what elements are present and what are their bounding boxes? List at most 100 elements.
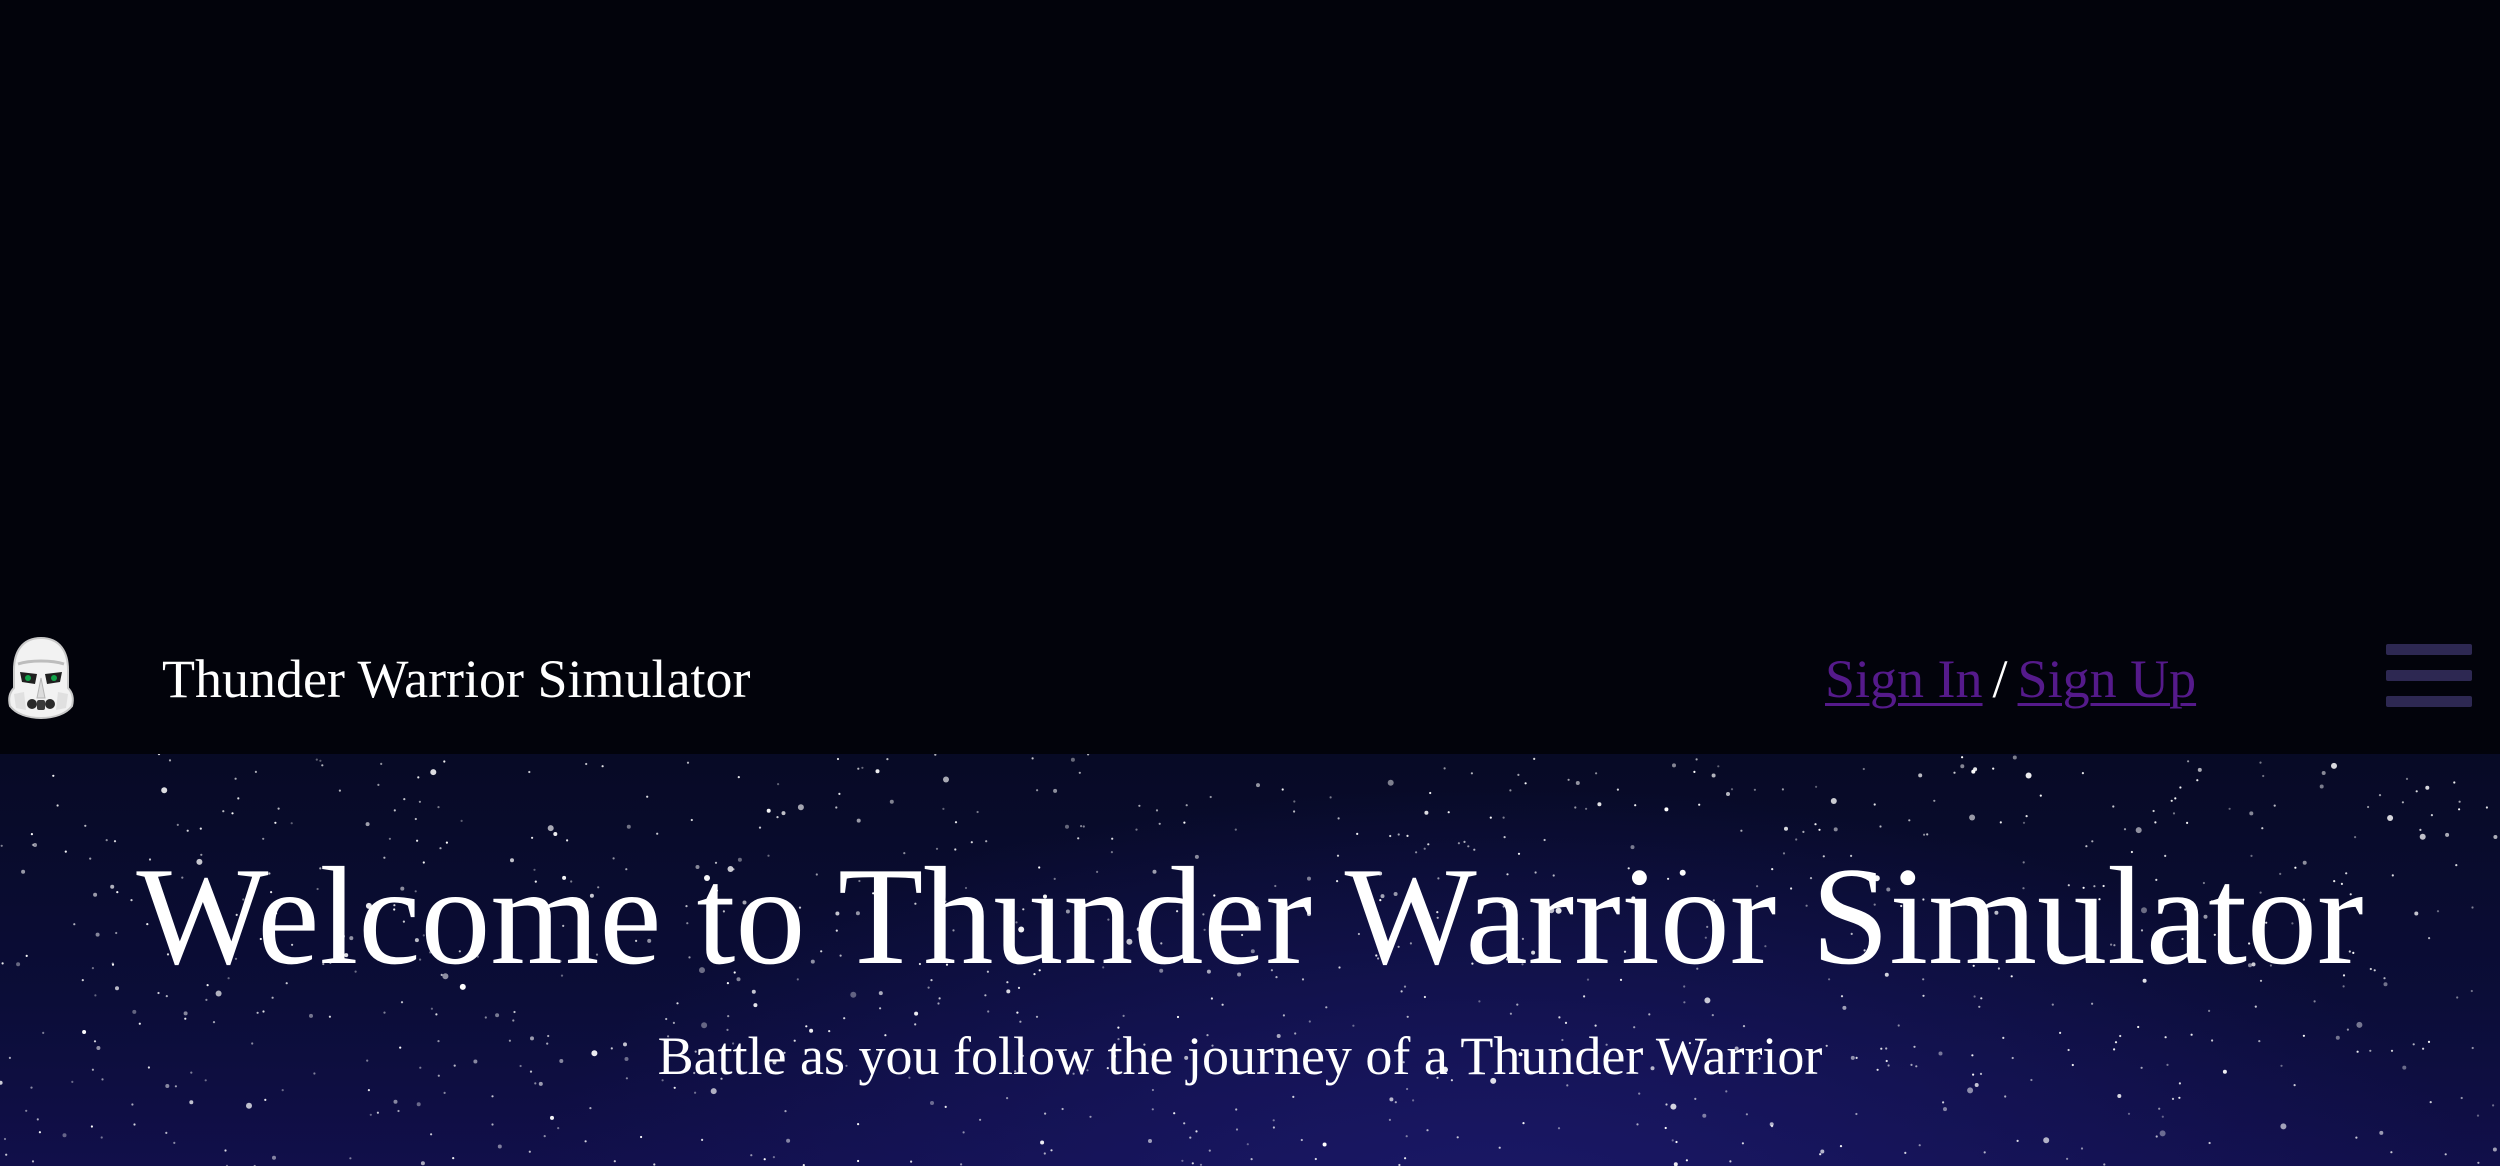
star [2178,1096,2181,1099]
star [836,757,840,761]
star [1595,772,1598,775]
star [1424,810,1429,815]
star [1337,817,1340,820]
star [1702,1113,1707,1118]
star [1873,803,1876,806]
star [1356,832,1359,835]
star [2319,784,2324,789]
star [889,799,894,804]
star [1191,1162,1194,1165]
star [62,1133,67,1138]
hamburger-menu-icon[interactable] [2386,644,2472,708]
star [161,787,168,794]
star [1960,764,1965,769]
star [2228,807,2231,810]
star [640,1135,643,1139]
star [2117,1094,2122,1098]
star [1135,828,1138,831]
star [38,1131,42,1134]
star [1717,765,1720,768]
stormtrooper-helmet-icon[interactable] [4,634,78,720]
star [1862,767,1865,771]
star [416,1102,421,1107]
star [452,1157,455,1160]
star [2187,760,2190,763]
star [1272,1126,1275,1129]
star [1044,1112,1047,1115]
star [2313,1000,2316,1003]
star [274,821,277,824]
star [601,765,604,768]
star [1282,1014,1285,1017]
star [1478,1000,1481,1003]
star [157,754,161,756]
star [1820,1149,1825,1154]
star [694,1091,697,1094]
star [962,1131,965,1134]
star [1300,1138,1303,1142]
star [31,1160,35,1163]
star [1050,1149,1053,1152]
star [589,1107,592,1110]
star [2043,1137,2050,1144]
star [1819,1153,1822,1156]
star [2170,799,2173,802]
star [400,1001,404,1004]
star [2429,1101,2432,1104]
star [1006,1097,1009,1100]
star [2444,1153,2447,1156]
star [1839,1145,1843,1148]
star [100,1136,103,1139]
star [393,809,396,812]
star [1726,792,1730,796]
star [1693,770,1696,773]
star [484,1016,487,1019]
star [1209,795,1212,799]
star [653,1163,656,1166]
star [338,789,341,792]
star [2254,1005,2257,1008]
brand-title[interactable]: Thunder Warrior Simulator [162,644,751,714]
star [843,1017,846,1020]
navbar: Thunder Warrior Simulator Sign In / Sign U… [0,600,2500,754]
star [1842,1005,1847,1010]
star [1908,819,1911,822]
star [861,766,864,769]
star [383,1011,386,1014]
star [857,1123,860,1126]
star [2172,812,2176,815]
star [1983,1151,1986,1154]
star [290,822,293,825]
star [1616,788,1619,791]
star [1498,1146,1501,1149]
star [2367,805,2370,809]
star [2081,772,2084,775]
star [1078,771,1081,774]
star [1405,1135,1408,1138]
star [183,1011,188,1016]
star [1040,1140,1045,1145]
star [460,819,463,822]
star [777,783,780,786]
sign-in-link[interactable]: Sign In [1825,649,1983,709]
star [2262,774,2265,778]
star [1574,806,1577,809]
star [1470,772,1473,775]
star [1082,825,1085,828]
star [397,1109,400,1113]
star [528,1150,531,1153]
star [2249,811,2254,816]
star [979,1118,982,1121]
star [497,1144,502,1149]
star [1665,1103,1668,1106]
star [1502,816,1505,819]
star [2379,1130,2384,1135]
sign-up-link[interactable]: Sign Up [2018,649,2197,709]
star [1978,1005,1981,1008]
star [1151,1088,1154,1092]
star [512,1019,515,1022]
star [1675,1140,1678,1144]
star [1089,1115,1092,1118]
star [2012,755,2017,760]
star [380,762,383,765]
